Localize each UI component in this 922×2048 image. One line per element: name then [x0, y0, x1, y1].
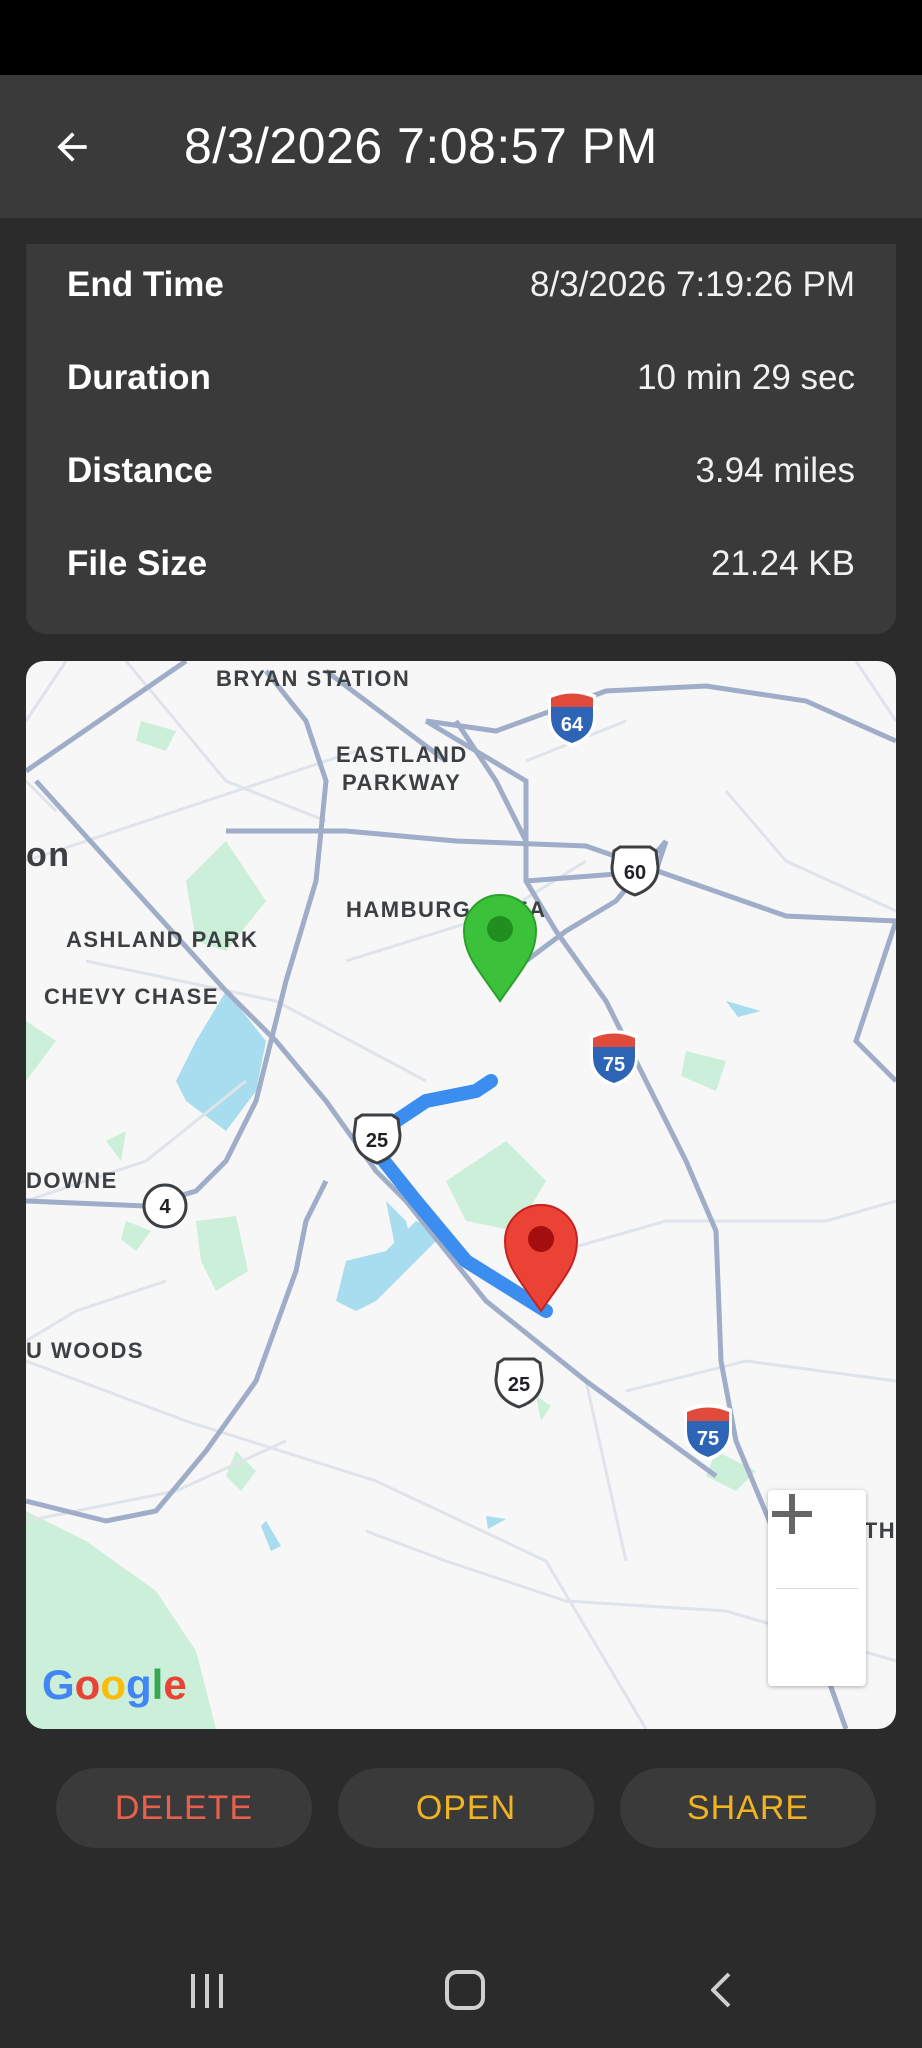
map-label-parkway: PARKWAY — [342, 770, 461, 795]
svg-text:75: 75 — [697, 1428, 719, 1450]
home-icon — [445, 1970, 485, 2010]
share-button[interactable]: SHARE — [620, 1768, 876, 1848]
detail-value: 10 min 29 sec — [637, 358, 855, 397]
us-route-60-shield: 60 — [610, 845, 660, 897]
svg-text:25: 25 — [366, 1130, 388, 1152]
action-buttons: DELETE OPEN SHARE — [56, 1768, 876, 1848]
delete-button[interactable]: DELETE — [56, 1768, 312, 1848]
minus-icon — [772, 1511, 812, 1517]
svg-text:25: 25 — [508, 1374, 530, 1396]
detail-label: Duration — [67, 358, 211, 397]
detail-row-duration: Duration 10 min 29 sec — [67, 348, 855, 408]
state-route-4-shield: 4 — [142, 1183, 188, 1229]
back-icon — [711, 1972, 731, 2008]
map-label-eastland: EASTLAND — [336, 742, 468, 767]
map-label-chevy-chase: CHEVY CHASE — [44, 984, 219, 1009]
nav-back-button[interactable] — [678, 1950, 768, 2030]
detail-value: 3.94 miles — [695, 451, 855, 490]
status-bar — [0, 0, 922, 75]
map-label-ashland-park: ASHLAND PARK — [66, 927, 258, 952]
interstate-75-shield: 75 — [684, 1404, 732, 1461]
details-card: End Time 8/3/2026 7:19:26 PM Duration 10… — [26, 244, 896, 634]
arrow-left-icon — [57, 132, 87, 162]
back-button[interactable] — [30, 105, 114, 189]
zoom-divider — [776, 1588, 858, 1589]
map-label-bryan-station: BRYAN STATION — [216, 666, 410, 691]
start-marker-icon[interactable] — [462, 894, 538, 1003]
route-map[interactable]: BRYAN STATION EASTLAND PARKWAY HAMBURG A… — [26, 661, 896, 1729]
svg-text:4: 4 — [159, 1196, 171, 1218]
detail-label: End Time — [67, 265, 224, 304]
home-button[interactable] — [420, 1950, 510, 2030]
page-title: 8/3/2026 7:08:57 PM — [184, 118, 658, 174]
system-nav-bar — [0, 1930, 922, 2048]
interstate-75-shield: 75 — [590, 1030, 638, 1087]
interstate-64-shield: 64 — [548, 690, 596, 747]
app-bar: 8/3/2026 7:08:57 PM — [0, 75, 922, 218]
svg-text:64: 64 — [561, 714, 584, 736]
us-route-25-shield: 25 — [494, 1357, 544, 1409]
detail-label: File Size — [67, 544, 208, 583]
svg-text:60: 60 — [624, 862, 646, 884]
detail-value: 21.24 KB — [711, 544, 855, 583]
map-canvas[interactable]: BRYAN STATION EASTLAND PARKWAY HAMBURG A… — [26, 661, 896, 1729]
recents-button[interactable] — [162, 1950, 252, 2030]
recents-icon — [191, 1974, 223, 2008]
detail-row-end-time: End Time 8/3/2026 7:19:26 PM — [67, 255, 855, 315]
detail-row-distance: Distance 3.94 miles — [67, 441, 855, 501]
map-label-city: on — [26, 836, 71, 874]
detail-row-file-size: File Size 21.24 KB — [67, 534, 855, 594]
open-button[interactable]: OPEN — [338, 1768, 594, 1848]
map-label-woods: U WOODS — [26, 1338, 144, 1363]
map-label-downe: DOWNE — [26, 1168, 118, 1193]
detail-value: 8/3/2026 7:19:26 PM — [530, 265, 855, 304]
google-attribution-logo: Google — [42, 1661, 187, 1708]
zoom-out-button[interactable] — [768, 1511, 866, 1686]
svg-text:75: 75 — [603, 1054, 625, 1076]
zoom-control — [768, 1490, 866, 1686]
detail-label: Distance — [67, 451, 213, 490]
